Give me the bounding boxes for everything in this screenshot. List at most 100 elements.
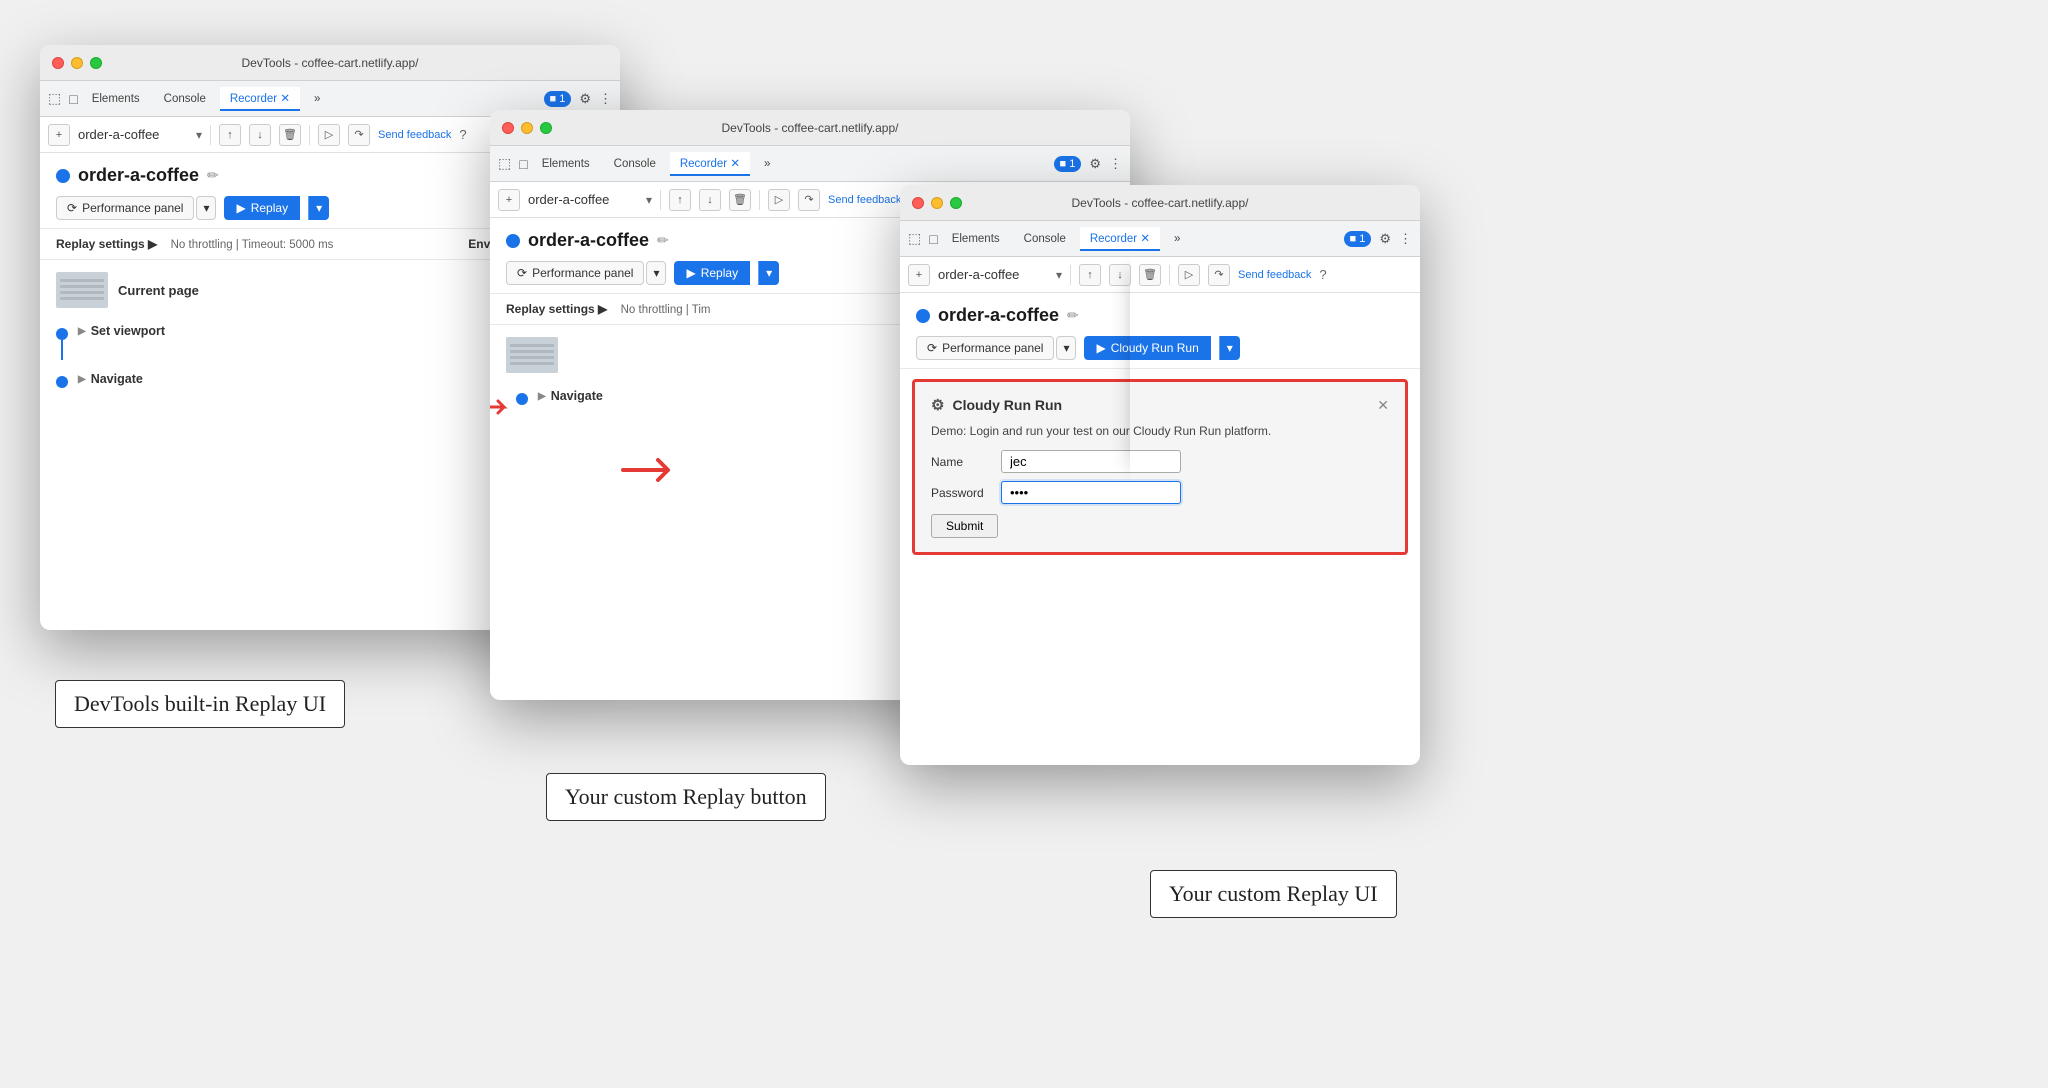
- replay-btn-1[interactable]: ▶ Replay: [224, 196, 300, 220]
- export-btn-2[interactable]: ↑: [669, 189, 691, 211]
- delete-btn[interactable]: 🗑: [279, 124, 301, 146]
- tab-console-1[interactable]: Console: [154, 89, 216, 109]
- minimize-button[interactable]: [71, 57, 83, 69]
- perf-panel-dropdown-2[interactable]: ▾: [646, 261, 666, 285]
- recording-name-input-2[interactable]: [528, 192, 638, 207]
- settings-icon-1[interactable]: ⚙: [579, 91, 591, 107]
- settings-icon-3[interactable]: ⚙: [1379, 231, 1391, 247]
- max-btn-3[interactable]: [950, 197, 962, 209]
- step-chevron-1: ▶: [78, 326, 86, 337]
- export-btn-3[interactable]: ↑: [1079, 264, 1101, 286]
- submit-btn[interactable]: Submit: [931, 514, 998, 538]
- import-btn-2[interactable]: ↓: [699, 189, 721, 211]
- send-feedback-2[interactable]: Send feedback: [828, 194, 901, 206]
- replay-once-btn[interactable]: ▷: [318, 124, 340, 146]
- cloudy-replay-dropdown[interactable]: ▾: [1219, 336, 1240, 360]
- timeline-1: [56, 324, 68, 360]
- settings-icon-2[interactable]: ⚙: [1089, 156, 1101, 172]
- device-icon-3[interactable]: □: [929, 231, 937, 247]
- more-icon-1[interactable]: ⋮: [599, 91, 612, 107]
- password-input[interactable]: [1001, 481, 1181, 504]
- inspector-icon-3[interactable]: ⬚: [908, 230, 921, 247]
- device-icon[interactable]: □: [69, 91, 77, 107]
- toolbar-3: + ▾ ↑ ↓ 🗑 ▷ ↷ Send feedback ?: [900, 257, 1420, 293]
- dropdown-arrow-2[interactable]: ▾: [646, 193, 652, 207]
- maximize-button[interactable]: [90, 57, 102, 69]
- window-title-2: DevTools - coffee-cart.netlify.app/: [722, 121, 899, 135]
- tab-more-3[interactable]: »: [1164, 229, 1190, 249]
- tab-console-3[interactable]: Console: [1014, 229, 1076, 249]
- import-btn[interactable]: ↓: [249, 124, 271, 146]
- redo-btn-2[interactable]: ↷: [798, 189, 820, 211]
- send-feedback-3[interactable]: Send feedback: [1238, 269, 1311, 281]
- tab-recorder-2[interactable]: Recorder ✕: [670, 152, 750, 176]
- tab-recorder-1[interactable]: Recorder ✕: [220, 87, 300, 111]
- delete-btn-3[interactable]: 🗑: [1139, 264, 1161, 286]
- name-input[interactable]: [1001, 450, 1181, 473]
- current-page-label: Current page: [118, 283, 199, 298]
- current-page-thumb-2: [506, 337, 558, 373]
- min-btn-2[interactable]: [521, 122, 533, 134]
- edit-icon-3[interactable]: ✏: [1067, 307, 1079, 324]
- dropdown-arrow-3[interactable]: ▾: [1056, 268, 1062, 282]
- send-feedback-1[interactable]: Send feedback: [378, 129, 451, 141]
- tab-console-2[interactable]: Console: [604, 154, 666, 174]
- name-label: Name: [931, 455, 991, 469]
- recording-name-input-1[interactable]: [78, 127, 188, 142]
- min-btn-3[interactable]: [931, 197, 943, 209]
- tab-elements-1[interactable]: Elements: [82, 89, 150, 109]
- close-btn-3[interactable]: [912, 197, 924, 209]
- sep5: [1070, 265, 1071, 285]
- redo-btn-3[interactable]: ↷: [1208, 264, 1230, 286]
- recording-title-1: order-a-coffee: [78, 165, 199, 186]
- device-icon-2[interactable]: □: [519, 156, 527, 172]
- caption-custom-ui: Your custom Replay UI: [1150, 870, 1397, 918]
- close-button[interactable]: [52, 57, 64, 69]
- redo-btn[interactable]: ↷: [348, 124, 370, 146]
- add-recording-btn-3[interactable]: +: [908, 264, 930, 286]
- replay-once-btn-2[interactable]: ▷: [768, 189, 790, 211]
- help-icon-3[interactable]: ?: [1319, 267, 1326, 282]
- delete-btn-2[interactable]: 🗑: [729, 189, 751, 211]
- inspector-icon-2[interactable]: ⬚: [498, 155, 511, 172]
- more-icon-3[interactable]: ⋮: [1399, 231, 1412, 247]
- recording-dot-1: [56, 169, 70, 183]
- perf-panel-btn-3[interactable]: ⟳ Performance panel: [916, 336, 1054, 360]
- tab-more-1[interactable]: »: [304, 89, 330, 109]
- max-btn-2[interactable]: [540, 122, 552, 134]
- replay-once-btn-3[interactable]: ▷: [1178, 264, 1200, 286]
- perf-panel-dropdown-1[interactable]: ▾: [196, 196, 216, 220]
- replay-dropdown-1[interactable]: ▾: [308, 196, 329, 220]
- tab-elements-3[interactable]: Elements: [942, 229, 1010, 249]
- edit-icon-1[interactable]: ✏: [207, 167, 219, 184]
- close-btn-2[interactable]: [502, 122, 514, 134]
- perf-panel-label-3: Performance panel: [942, 341, 1043, 355]
- perf-panel-btn-1[interactable]: ⟳ Performance panel: [56, 196, 194, 220]
- replay-label-2: Replay: [701, 266, 738, 280]
- step-chevron-2: ▶: [78, 374, 86, 385]
- perf-panel-dropdown-3[interactable]: ▾: [1056, 336, 1076, 360]
- add-recording-btn-2[interactable]: +: [498, 189, 520, 211]
- help-icon-1[interactable]: ?: [459, 127, 466, 142]
- tab-elements-2[interactable]: Elements: [532, 154, 600, 174]
- tab-recorder-3[interactable]: Recorder ✕: [1080, 227, 1160, 251]
- more-icon-2[interactable]: ⋮: [1109, 156, 1122, 172]
- add-recording-btn[interactable]: +: [48, 124, 70, 146]
- caption-custom-ui-text: Your custom Replay UI: [1169, 881, 1378, 906]
- export-btn[interactable]: ↑: [219, 124, 241, 146]
- replay-dropdown-2[interactable]: ▾: [758, 261, 779, 285]
- dropdown-arrow-1[interactable]: ▾: [196, 128, 202, 142]
- dialog-form: Name Password Submit: [931, 450, 1389, 538]
- cloudy-replay-btn[interactable]: ▶ Cloudy Run Run: [1084, 336, 1210, 360]
- inspector-icon[interactable]: ⬚: [48, 90, 61, 107]
- recording-name-input-3[interactable]: [938, 267, 1048, 282]
- step-dot-3: [516, 393, 528, 405]
- tab-more-2[interactable]: »: [754, 154, 780, 174]
- badge-3: ■ 1: [1344, 231, 1372, 247]
- edit-icon-2[interactable]: ✏: [657, 232, 669, 249]
- perf-panel-btn-2[interactable]: ⟳ Performance panel: [506, 261, 644, 285]
- replay-btn-2[interactable]: ▶ Replay: [674, 261, 750, 285]
- timeline-2: [56, 372, 68, 388]
- import-btn-3[interactable]: ↓: [1109, 264, 1131, 286]
- dialog-close-btn[interactable]: ✕: [1377, 397, 1389, 414]
